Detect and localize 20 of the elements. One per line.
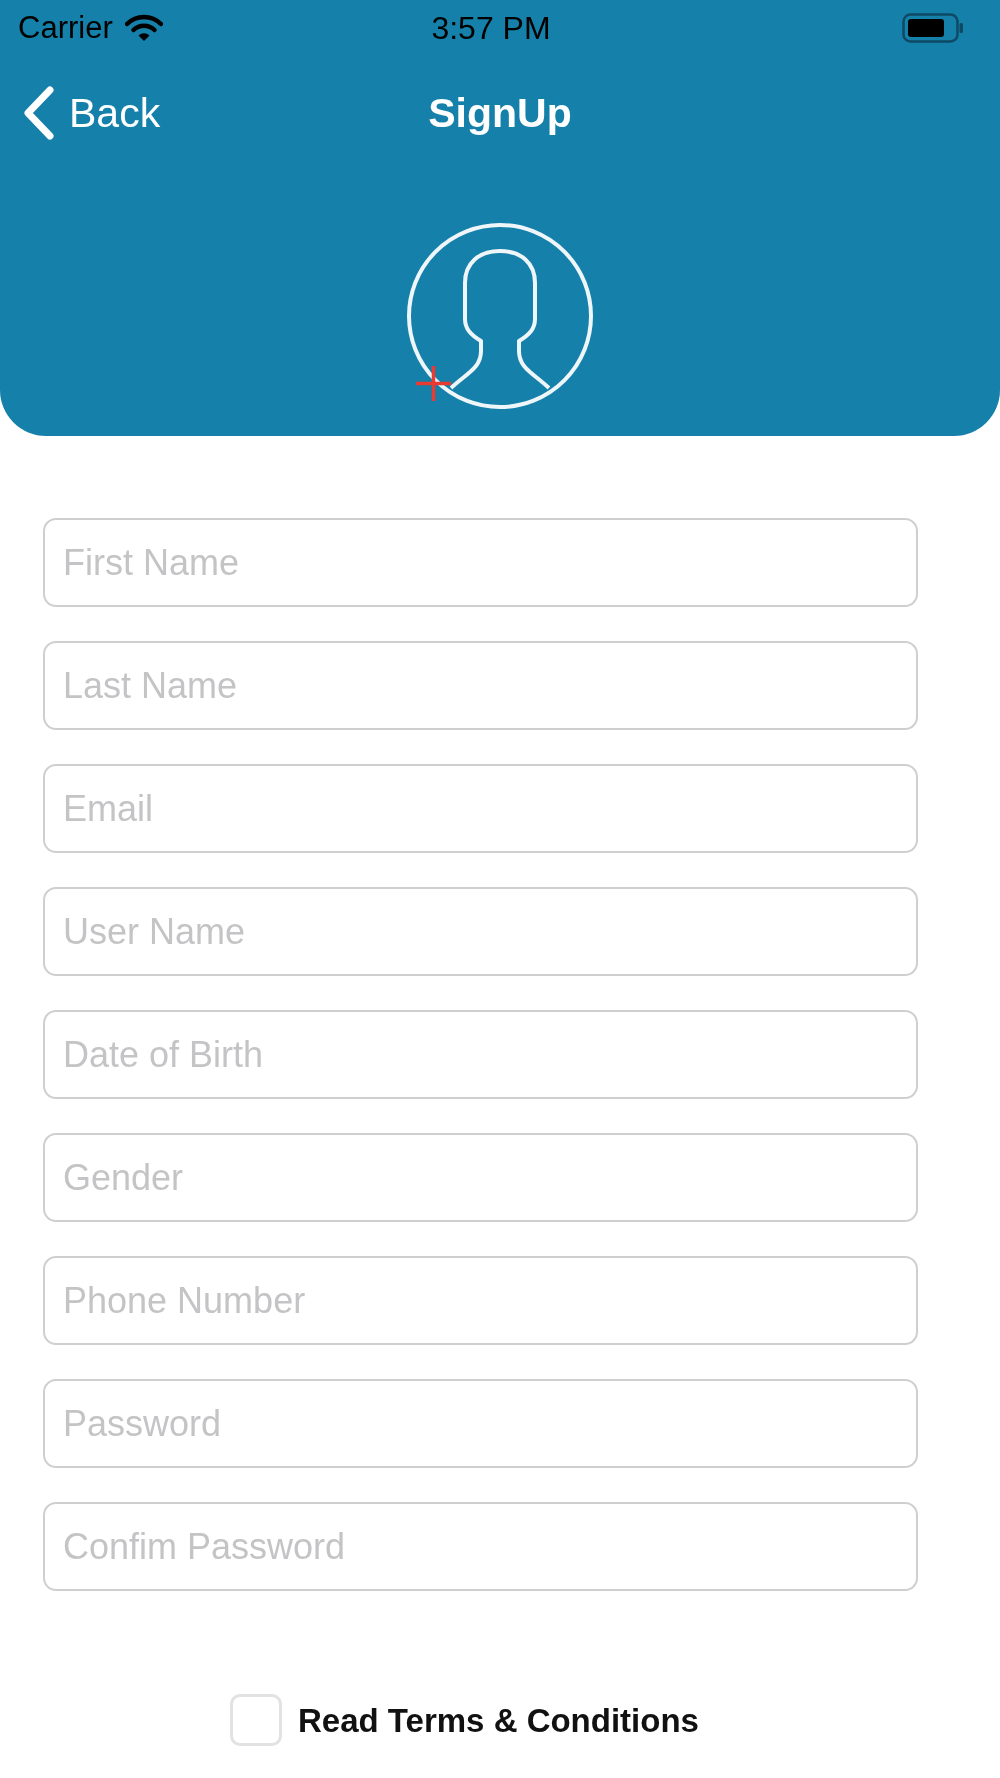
carrier-label: Carrier [18, 12, 113, 43]
text-field[interactable]: Date of Birth [43, 1010, 918, 1099]
text-field[interactable]: Gender [43, 1133, 918, 1222]
battery-icon [902, 12, 964, 43]
screen-title: SignUp [428, 92, 572, 134]
text-field[interactable]: Confim Password [43, 1502, 918, 1591]
text-field[interactable]: User Name [43, 887, 918, 976]
text-field[interactable]: First Name [43, 518, 918, 607]
back-button[interactable]: Back [22, 86, 161, 140]
terms-label: Read Terms & Conditions [298, 1703, 699, 1737]
plus-icon [415, 365, 452, 402]
clock-time: 3:57 PM [431, 11, 551, 44]
text-field[interactable]: Phone Number [43, 1256, 918, 1345]
text-field[interactable]: Last Name [43, 641, 918, 730]
text-field[interactable]: Email [43, 764, 918, 853]
user-silhouette-icon[interactable] [407, 223, 593, 409]
chevron-left-icon [22, 86, 55, 140]
wifi-icon [124, 13, 163, 42]
text-field[interactable]: Password [43, 1379, 918, 1468]
terms-checkbox[interactable] [230, 1694, 282, 1746]
